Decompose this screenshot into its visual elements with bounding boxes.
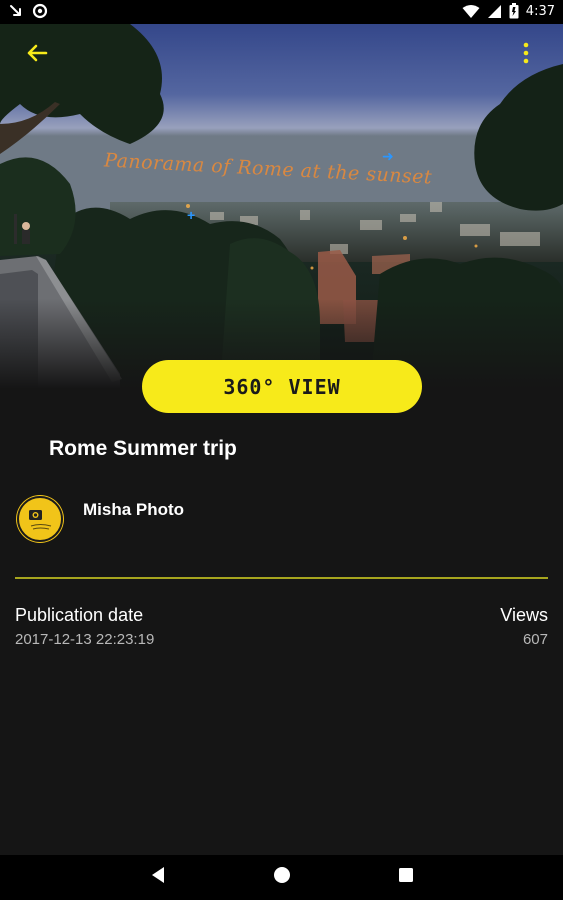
trip-title: Rome Summer trip bbox=[49, 437, 237, 460]
author-avatar[interactable] bbox=[17, 496, 63, 542]
arrow-back-icon bbox=[22, 44, 52, 72]
author-name[interactable]: Misha Photo bbox=[83, 500, 184, 520]
signal-icon bbox=[487, 4, 502, 19]
nav-recents-button[interactable] bbox=[394, 866, 418, 890]
back-button[interactable] bbox=[22, 38, 52, 68]
overflow-menu-button[interactable] bbox=[511, 38, 541, 68]
avatar-logo-icon bbox=[21, 500, 59, 538]
circle-notification-icon bbox=[32, 3, 48, 19]
navigation-bar bbox=[0, 855, 563, 900]
status-bar: 4:37 bbox=[0, 0, 563, 24]
publication-date-label: Publication date bbox=[15, 605, 144, 625]
publication-date-value: 2017-12-13 22:23:19 bbox=[15, 631, 155, 648]
view-360-button[interactable]: 360° VIEW bbox=[142, 360, 422, 413]
missed-call-icon bbox=[8, 3, 24, 19]
wifi-icon bbox=[462, 4, 480, 19]
hotspot-arrow-icon[interactable]: ➜ bbox=[382, 148, 394, 165]
status-left bbox=[8, 3, 48, 19]
clock: 4:37 bbox=[525, 3, 555, 19]
divider bbox=[15, 577, 548, 579]
more-vert-icon bbox=[511, 42, 541, 72]
home-circle-icon bbox=[273, 866, 291, 889]
recents-square-icon bbox=[398, 867, 414, 888]
battery-icon bbox=[509, 3, 519, 19]
back-triangle-icon bbox=[150, 866, 166, 889]
panorama-preview[interactable]: Panorama of Rome at the sunset ➜ + bbox=[0, 24, 563, 389]
hotspot-plus-icon[interactable]: + bbox=[187, 207, 195, 223]
nav-back-button[interactable] bbox=[146, 866, 170, 890]
author-row[interactable]: Misha Photo bbox=[17, 496, 184, 542]
status-right: 4:37 bbox=[462, 3, 555, 19]
views-count: 607 bbox=[522, 631, 548, 648]
screen: 4:37 Panorama of Rome at the sunset ➜ + … bbox=[0, 0, 563, 900]
views-label: Views bbox=[500, 605, 548, 625]
nav-home-button[interactable] bbox=[270, 866, 294, 890]
